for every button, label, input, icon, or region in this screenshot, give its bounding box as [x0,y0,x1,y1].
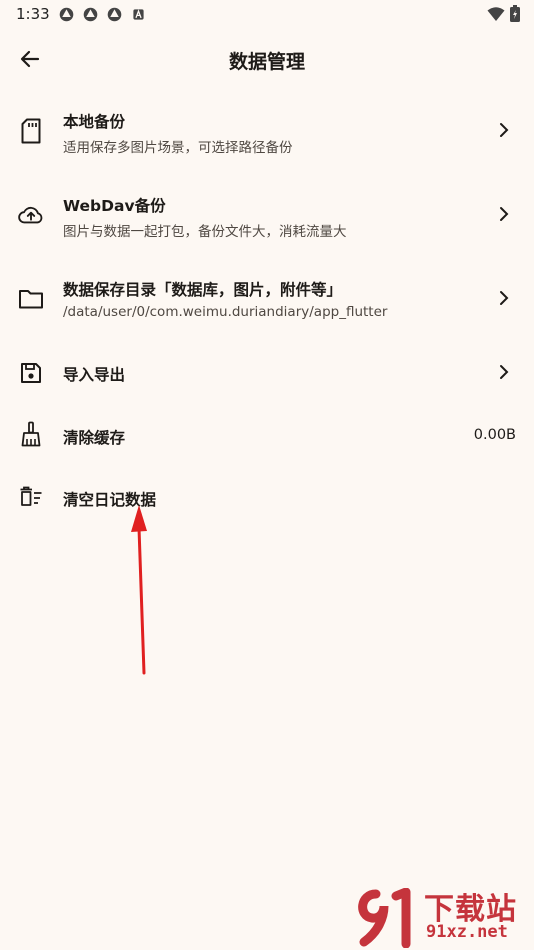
wifi-icon [487,6,505,21]
watermark-logo-icon [358,888,411,948]
data-directory-title: 数据保存目录「数据库，图片，附件等」 [63,281,343,299]
app-notification-icon [107,7,122,22]
local-backup-title: 本地备份 [63,113,126,131]
webdav-backup-row[interactable]: WebDav备份 图片与数据一起打包，备份文件大，消耗流量大 [0,182,534,248]
delete-sweep-icon [18,484,44,510]
data-directory-row[interactable]: 数据保存目录「数据库，图片，附件等」 /data/user/0/com.weim… [0,266,534,332]
app-notification-icon [59,7,74,22]
chevron-right-icon [496,362,512,382]
local-backup-subtitle: 适用保存多图片场景，可选择路径备份 [63,140,293,156]
import-export-row[interactable]: 导入导出 [0,350,534,396]
cloud-upload-icon [18,202,44,228]
clear-cache-row[interactable]: 清除缓存 0.00B [0,412,534,458]
broom-icon [18,421,44,447]
webdav-backup-title: WebDav备份 [63,197,166,215]
system-status-icons [487,5,520,22]
webdav-backup-subtitle: 图片与数据一起打包，备份文件大，消耗流量大 [63,224,347,240]
local-backup-row[interactable]: 本地备份 适用保存多图片场景，可选择路径备份 [0,98,534,164]
clear-cache-title: 清除缓存 [63,429,126,447]
data-directory-path: /data/user/0/com.weimu.duriandiary/app_f… [63,304,388,320]
import-export-title: 导入导出 [63,366,126,384]
app-bar: 数据管理 [0,34,534,84]
chevron-right-icon [496,120,512,140]
status-time: 1:33 [16,5,50,23]
page-title: 数据管理 [228,51,305,73]
notification-icons [58,6,147,23]
chevron-right-icon [496,288,512,308]
watermark: 下载站 91xz.net [356,884,528,950]
a-notification-icon [133,9,144,20]
clear-diary-data-title: 清空日记数据 [63,491,157,509]
clear-diary-data-row[interactable]: 清空日记数据 [0,474,534,520]
cache-size-value: 0.00B [473,427,516,443]
save-icon [18,360,44,386]
folder-icon [18,286,44,312]
battery-icon [510,5,520,22]
chevron-right-icon [496,204,512,224]
app-notification-icon [83,7,98,22]
watermark-url: 91xz.net [426,922,508,942]
status-bar: 1:33 [0,0,534,28]
sd-card-icon [18,118,44,144]
